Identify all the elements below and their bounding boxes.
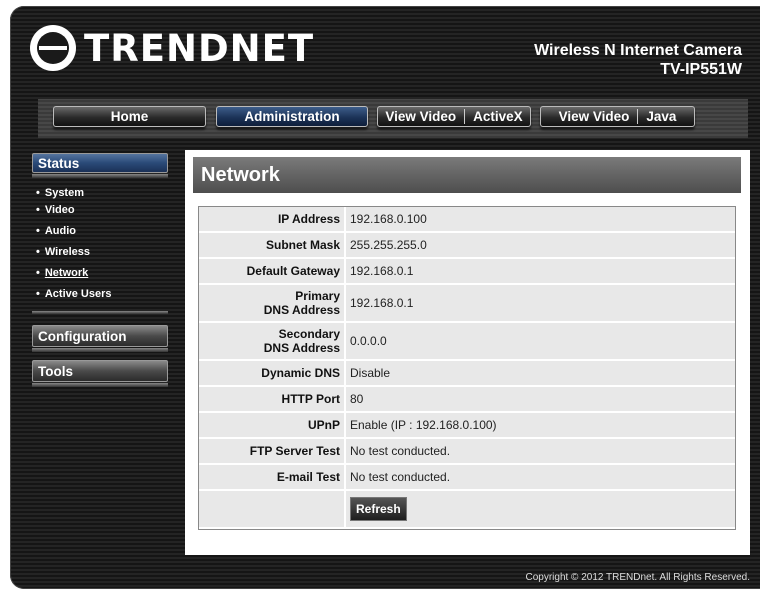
row-label: UPnP: [199, 412, 346, 439]
table-row: Primary DNS Address 192.168.0.1: [199, 284, 735, 323]
nav-activex-label: ActiveX: [473, 109, 523, 124]
row-label: Dynamic DNS: [199, 360, 346, 387]
sidebar-configuration-button[interactable]: Configuration: [32, 325, 168, 347]
nav-view-video-java-label: View Video: [558, 109, 630, 124]
sidebar-item-video[interactable]: • Video: [36, 199, 168, 220]
row-label: Primary DNS Address: [199, 284, 346, 323]
row-label: Subnet Mask: [199, 232, 346, 259]
row-label-empty: [199, 490, 346, 529]
row-label: FTP Server Test: [199, 438, 346, 465]
sidebar-item-wireless[interactable]: • Wireless: [36, 241, 168, 262]
row-value: 192.168.0.1: [345, 258, 735, 285]
table-row: Dynamic DNS Disable: [199, 360, 735, 387]
nav-home-button[interactable]: Home: [53, 106, 206, 127]
table-row: E-mail Test No test conducted.: [199, 464, 735, 491]
sidebar-status-label: Status: [38, 155, 80, 171]
row-value: 0.0.0.0: [345, 322, 735, 361]
table-row: Secondary DNS Address 0.0.0.0: [199, 322, 735, 361]
row-label: Secondary DNS Address: [199, 322, 346, 361]
sidebar-items-divider: [32, 311, 168, 314]
sidebar-tools-button[interactable]: Tools: [32, 360, 168, 382]
model-number: TV-IP551W: [660, 61, 742, 78]
logo-text: TRENDNET: [84, 26, 315, 70]
logo-emblem-icon: [30, 25, 76, 71]
nav-home-label: Home: [110, 109, 149, 124]
sidebar-configuration-label: Configuration: [38, 328, 127, 344]
row-action-cell: Refresh: [345, 490, 735, 529]
row-label: HTTP Port: [199, 386, 346, 413]
row-value: 192.168.0.1: [345, 284, 735, 323]
row-value: 80: [345, 386, 735, 413]
row-value: Disable: [345, 360, 735, 387]
sidebar-item-audio[interactable]: • Audio: [36, 220, 168, 241]
product-info: Wireless N Internet Camera TV-IP551W: [534, 42, 742, 79]
network-info-table: IP Address 192.168.0.100 Subnet Mask 255…: [198, 206, 736, 530]
table-row: Subnet Mask 255.255.255.0: [199, 232, 735, 259]
sidebar-status-button[interactable]: Status: [32, 153, 168, 173]
row-value: 255.255.255.0: [345, 232, 735, 259]
table-row: UPnP Enable (IP : 192.168.0.100): [199, 412, 735, 439]
copyright-text: Copyright © 2012 TRENDnet. All Rights Re…: [525, 572, 750, 583]
table-row: IP Address 192.168.0.100: [199, 207, 735, 233]
sidebar-tools-label: Tools: [38, 363, 73, 379]
row-label: Default Gateway: [199, 258, 346, 285]
row-value: No test conducted.: [345, 464, 735, 491]
row-label: IP Address: [199, 207, 346, 233]
sidebar-tools-underline: [32, 383, 168, 387]
sidebar-configuration-underline: [32, 348, 168, 352]
product-name: Wireless N Internet Camera: [534, 42, 742, 59]
sidebar-status-items: • System • Video • Audio • Wireless • Network…: [36, 182, 168, 304]
sidebar-item-active-users[interactable]: • Active Users: [36, 283, 168, 304]
trendnet-logo: TRENDNET: [30, 25, 314, 71]
table-row: FTP Server Test No test conducted.: [199, 438, 735, 465]
nav-java-label: Java: [646, 109, 677, 124]
nav-view-video-activex-button[interactable]: View Video ActiveX: [377, 106, 531, 127]
nav-view-video-java-button[interactable]: View Video Java: [540, 106, 695, 127]
row-value: 192.168.0.100: [345, 207, 735, 233]
table-row: Default Gateway 192.168.0.1: [199, 258, 735, 285]
table-row: Refresh: [199, 490, 735, 529]
sidebar-item-network[interactable]: • Network: [36, 262, 168, 283]
table-row: HTTP Port 80: [199, 386, 735, 413]
row-value: No test conducted.: [345, 438, 735, 465]
row-label: E-mail Test: [199, 464, 346, 491]
row-value: Enable (IP : 192.168.0.100): [345, 412, 735, 439]
page-title: Network: [193, 157, 741, 193]
refresh-button[interactable]: Refresh: [350, 497, 407, 521]
nav-administration-button[interactable]: Administration: [216, 106, 368, 127]
nav-administration-label: Administration: [244, 109, 340, 124]
nav-view-video-label: View Video: [385, 109, 457, 124]
sidebar-status-underline: [32, 174, 168, 178]
